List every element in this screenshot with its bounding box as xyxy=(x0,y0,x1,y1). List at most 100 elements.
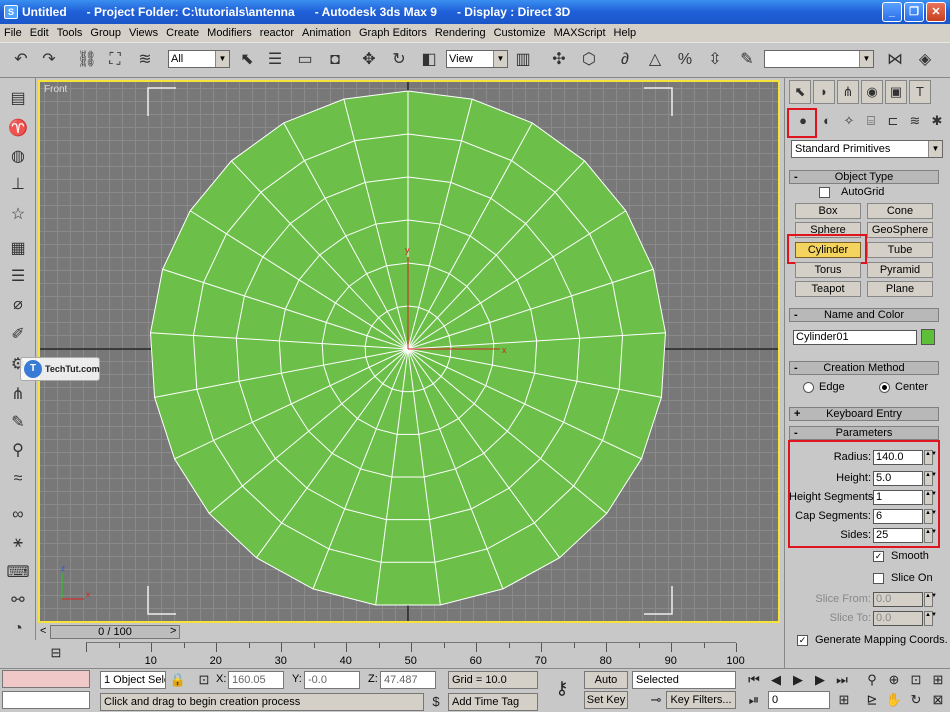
torus-button[interactable]: Torus xyxy=(795,262,861,278)
time-config-icon[interactable]: ⊞ xyxy=(834,691,854,709)
menu-graph-editors[interactable]: Graph Editors xyxy=(359,27,427,39)
autogrid-checkbox[interactable] xyxy=(819,187,830,198)
parameters-rollout[interactable]: - Parameters xyxy=(789,426,939,440)
slice-on-checkbox[interactable] xyxy=(873,573,884,584)
menu-create[interactable]: Create xyxy=(166,27,199,39)
menu-customize[interactable]: Customize xyxy=(494,27,546,39)
geosphere-button[interactable]: GeoSphere xyxy=(867,222,933,238)
modify-tab-icon[interactable]: ◗ xyxy=(813,80,835,104)
cloth-icon[interactable]: ⌨ xyxy=(6,562,30,584)
maximize-viewport-icon[interactable]: ⊠ xyxy=(928,691,948,709)
x-coordinate-field[interactable]: 160.05 xyxy=(228,671,284,689)
mini-curve-editor-icon[interactable]: ⊟ xyxy=(46,644,66,662)
play-icon[interactable]: ▶ xyxy=(788,671,808,689)
zoom-extents-all-icon[interactable]: ⊞ xyxy=(928,671,948,689)
zoom-extents-icon[interactable]: ⊡ xyxy=(906,671,926,689)
height-spinner[interactable]: ▲▼ xyxy=(924,471,937,486)
shapes-icon[interactable]: ◐ xyxy=(817,110,837,132)
name-and-color-rollout[interactable]: - Name and Color xyxy=(789,308,939,322)
object-color-swatch[interactable] xyxy=(921,329,935,345)
mirror-icon[interactable]: ⋈ xyxy=(884,49,906,71)
slice-to-field[interactable]: 0.0 xyxy=(873,611,923,626)
hierarchy-tab-icon[interactable]: ⋔ xyxy=(837,80,859,104)
box-button[interactable]: Box xyxy=(795,203,861,219)
maximize-button[interactable]: ❐ xyxy=(904,2,924,22)
edit-named-selection-icon[interactable]: ✎ xyxy=(736,49,758,71)
snaps-toggle-icon[interactable]: ∂ xyxy=(614,49,636,71)
render-icon[interactable]: ◔ xyxy=(6,618,30,640)
orbit-icon[interactable]: ↻ xyxy=(906,691,926,709)
space-warps-icon[interactable]: ≋ xyxy=(905,110,925,132)
shirt-icon[interactable]: ♈ xyxy=(6,118,30,140)
track-ruler[interactable]: 10 20 30 40 50 60 70 80 90 100 xyxy=(86,642,745,667)
radius-spinner[interactable]: ▲▼ xyxy=(924,450,937,465)
key-icon[interactable]: ⊸ xyxy=(646,691,666,709)
undo-icon[interactable]: ↶ xyxy=(10,49,32,71)
wave-icon[interactable]: ≈ xyxy=(6,468,30,490)
go-to-end-icon[interactable]: ⏭ xyxy=(832,671,852,689)
teapot-button[interactable]: Teapot xyxy=(795,281,861,297)
pan-icon[interactable]: ✋ xyxy=(884,691,904,709)
plane-button[interactable]: Plane xyxy=(867,281,933,297)
lights-icon[interactable]: ✧ xyxy=(839,110,859,132)
selection-filter-dropdown[interactable]: All ▼ xyxy=(168,50,230,68)
creation-method-rollout[interactable]: - Creation Method xyxy=(789,361,939,375)
chain-icon[interactable]: ⚯ xyxy=(6,590,30,612)
cone-button[interactable]: Cone xyxy=(867,203,933,219)
menu-views[interactable]: Views xyxy=(129,27,158,39)
sides-field[interactable]: 25 xyxy=(873,528,923,543)
auto-key-button[interactable]: Auto Key xyxy=(584,671,628,702)
pyramid-button[interactable]: Pyramid xyxy=(867,262,933,278)
go-to-start-icon[interactable]: ⏮ xyxy=(744,671,764,689)
menu-edit[interactable]: Edit xyxy=(30,27,49,39)
generate-mapping-checkbox[interactable]: ✓ xyxy=(797,635,808,646)
height-segments-field[interactable]: 1 xyxy=(873,490,923,505)
absolute-mode-icon[interactable]: ⊡ xyxy=(194,671,214,689)
height-field[interactable]: 5.0 xyxy=(873,471,923,486)
keyboard-shortcut-override-icon[interactable]: ⬡ xyxy=(578,49,600,71)
select-and-link-icon[interactable]: ⛓ xyxy=(76,49,98,71)
viewport-layout-icon[interactable]: ▦ xyxy=(6,238,30,260)
figure-icon[interactable]: ⚲ xyxy=(6,440,30,462)
paint-icon[interactable]: ✐ xyxy=(6,324,30,346)
key-filters-button[interactable]: Key Filters... xyxy=(666,691,736,709)
walk-icon[interactable]: ⚹ xyxy=(6,532,30,554)
named-selection-sets-dropdown[interactable]: ▼ xyxy=(764,50,874,68)
set-key-button[interactable]: Set Key xyxy=(584,691,628,709)
brush-icon[interactable]: ✎ xyxy=(6,412,30,434)
menu-rendering[interactable]: Rendering xyxy=(435,27,486,39)
app-icon[interactable]: S xyxy=(4,5,18,19)
display-tab-icon[interactable]: ▣ xyxy=(885,80,907,104)
rotate-icon[interactable]: ↻ xyxy=(388,49,410,71)
helper-icon[interactable]: ⊥ xyxy=(6,174,30,196)
cameras-icon[interactable]: ⌸ xyxy=(861,110,881,132)
menu-group[interactable]: Group xyxy=(90,27,121,39)
rectangular-selection-icon[interactable]: ▭ xyxy=(294,49,316,71)
create-tab-icon[interactable]: ⬉ xyxy=(789,80,811,104)
select-object-icon[interactable]: ⬉ xyxy=(236,49,258,71)
select-manipulate-icon[interactable]: ✣ xyxy=(548,49,570,71)
reference-coordinate-dropdown[interactable]: View ▼ xyxy=(446,50,508,68)
angle-snap-icon[interactable]: △ xyxy=(644,49,666,71)
bone-icon[interactable]: ⌀ xyxy=(6,294,30,316)
move-icon[interactable]: ✥ xyxy=(358,49,380,71)
menu-tools[interactable]: Tools xyxy=(57,27,83,39)
unlink-icon[interactable]: ⛶ xyxy=(104,49,126,71)
front-viewport[interactable]: Front xyzx xyxy=(38,80,780,623)
window-crossing-icon[interactable]: ◘ xyxy=(324,49,346,71)
sides-spinner[interactable]: ▲▼ xyxy=(924,528,937,543)
edge-radio[interactable] xyxy=(803,382,814,393)
set-key-icon[interactable]: ⚷ xyxy=(546,679,578,697)
menu-animation[interactable]: Animation xyxy=(302,27,351,39)
field-of-view-icon[interactable]: ⊵ xyxy=(862,691,882,709)
time-tag-icon[interactable]: $ xyxy=(426,693,446,711)
height-segments-spinner[interactable]: ▲▼ xyxy=(924,490,937,505)
chevron-right-icon[interactable]: > xyxy=(170,625,176,637)
spinner-snap-icon[interactable]: ⇳ xyxy=(704,49,726,71)
menu-file[interactable]: File xyxy=(4,27,22,39)
radius-field[interactable]: 140.0 xyxy=(873,450,923,465)
zoom-all-icon[interactable]: ⊕ xyxy=(884,671,904,689)
lock-icon[interactable]: 🔒 xyxy=(168,671,188,689)
minimize-button[interactable]: _ xyxy=(882,2,902,22)
select-by-name-icon[interactable]: ☰ xyxy=(264,49,286,71)
